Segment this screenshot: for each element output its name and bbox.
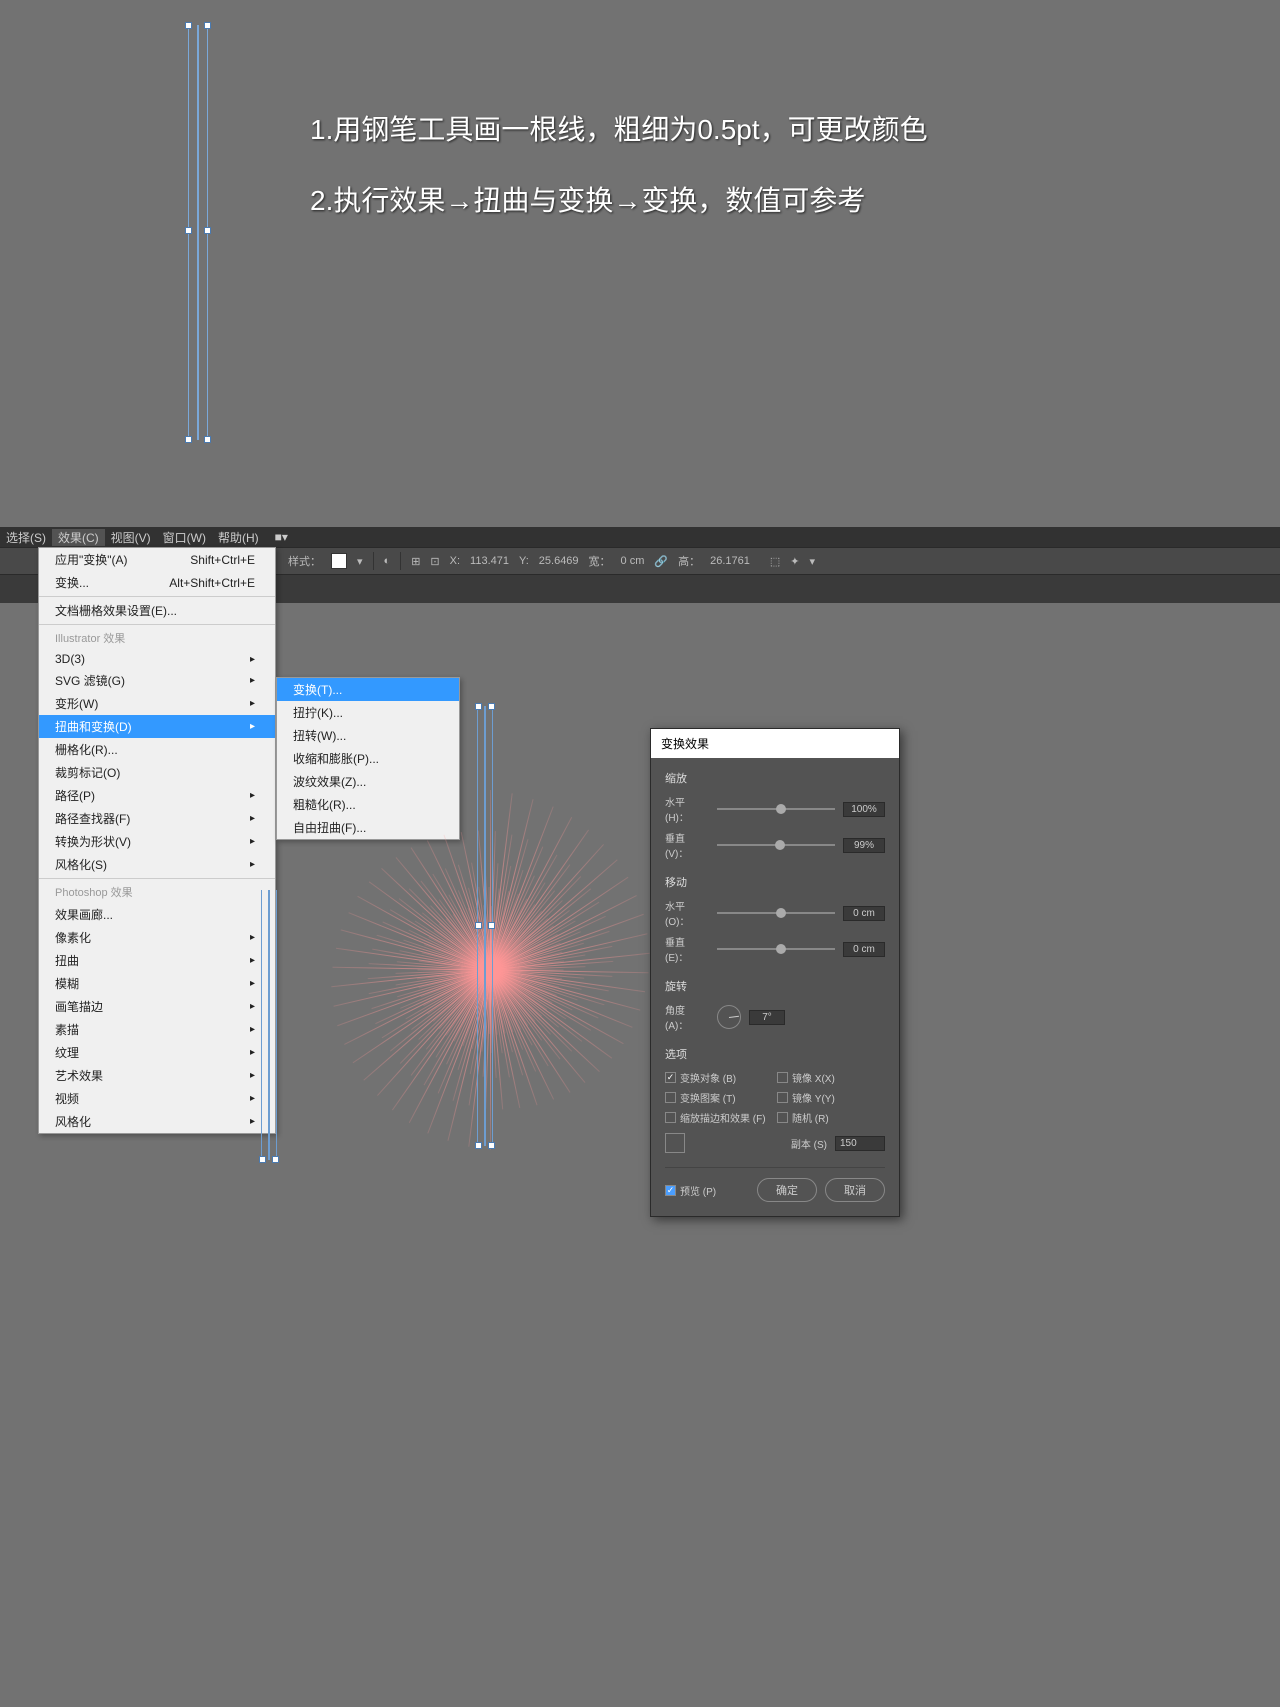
scale-v-value[interactable]: 99% bbox=[843, 838, 885, 853]
menu-window[interactable]: 窗口(W) bbox=[157, 529, 212, 546]
scale-v-slider[interactable] bbox=[717, 844, 835, 846]
y-value[interactable]: 25.6469 bbox=[539, 555, 579, 567]
angle-dial[interactable] bbox=[717, 1005, 741, 1029]
anchor-point[interactable] bbox=[272, 1156, 279, 1163]
illustrator-effects-header: Illustrator 效果 bbox=[39, 627, 275, 649]
photoshop-effects-header: Photoshop 效果 bbox=[39, 881, 275, 903]
anchor-point[interactable] bbox=[204, 22, 211, 29]
menu-sketch[interactable]: 素描▸ bbox=[39, 1018, 275, 1041]
move-v-slider[interactable] bbox=[717, 948, 835, 950]
move-h-value[interactable]: 0 cm bbox=[843, 906, 885, 921]
style-swatch[interactable] bbox=[331, 553, 347, 569]
menu-3d[interactable]: 3D(3)▸ bbox=[39, 649, 275, 669]
move-h-slider[interactable] bbox=[717, 912, 835, 914]
anchor-point[interactable] bbox=[488, 703, 495, 710]
transform-effect-dialog: 变换效果 缩放 水平 (H)： 100% 垂直 (V)： 99% 移动 水平 (… bbox=[650, 728, 900, 1217]
menu-view[interactable]: 视图(V) bbox=[105, 529, 157, 546]
menu-help[interactable]: 帮助(H) bbox=[212, 529, 265, 546]
cb-random[interactable] bbox=[777, 1112, 788, 1123]
anchor-point[interactable] bbox=[185, 436, 192, 443]
menu-stylize[interactable]: 风格化(S)▸ bbox=[39, 853, 275, 876]
anchor-point[interactable] bbox=[204, 436, 211, 443]
anchor-point[interactable] bbox=[185, 22, 192, 29]
submenu-tweak[interactable]: 扭转(W)... bbox=[277, 724, 459, 747]
scale-h-slider[interactable] bbox=[717, 808, 835, 810]
menu-pathfinder[interactable]: 路径查找器(F)▸ bbox=[39, 807, 275, 830]
menu-video[interactable]: 视频▸ bbox=[39, 1087, 275, 1110]
menu-convert-shape[interactable]: 转换为形状(V)▸ bbox=[39, 830, 275, 853]
menu-texture[interactable]: 纹理▸ bbox=[39, 1041, 275, 1064]
anchor-point[interactable] bbox=[204, 227, 211, 234]
menu-artistic[interactable]: 艺术效果▸ bbox=[39, 1064, 275, 1087]
x-value[interactable]: 113.471 bbox=[470, 555, 509, 567]
menu-transform[interactable]: 变换...Alt+Shift+Ctrl+E bbox=[39, 571, 275, 594]
selected-line-object[interactable] bbox=[186, 25, 210, 440]
source-line[interactable] bbox=[260, 890, 278, 1160]
anchor-icon[interactable]: ⊡ bbox=[430, 555, 439, 568]
center-selected-line[interactable] bbox=[476, 706, 494, 1146]
cancel-button[interactable]: 取消 bbox=[825, 1178, 885, 1202]
menu-distort[interactable]: 扭曲▸ bbox=[39, 949, 275, 972]
menu-distort-transform[interactable]: 扭曲和变换(D)▸ bbox=[39, 715, 275, 738]
effect-menu-dropdown: 应用"变换"(A)Shift+Ctrl+E 变换...Alt+Shift+Ctr… bbox=[38, 547, 276, 1134]
menu-stylize-ps[interactable]: 风格化▸ bbox=[39, 1110, 275, 1133]
submenu-twist[interactable]: 扭拧(K)... bbox=[277, 701, 459, 724]
menu-brush-strokes[interactable]: 画笔描边▸ bbox=[39, 995, 275, 1018]
link-icon[interactable]: 🔗 bbox=[654, 555, 668, 568]
angle-value[interactable]: 7° bbox=[749, 1010, 785, 1025]
cb-mirror-y[interactable] bbox=[777, 1092, 788, 1103]
menu-apply-transform[interactable]: 应用"变换"(A)Shift+Ctrl+E bbox=[39, 548, 275, 571]
width-value[interactable]: 0 cm bbox=[621, 555, 645, 567]
anchor-point[interactable] bbox=[185, 227, 192, 234]
menu-blur[interactable]: 模糊▸ bbox=[39, 972, 275, 995]
ok-button[interactable]: 确定 bbox=[757, 1178, 817, 1202]
dialog-title: 变换效果 bbox=[651, 729, 899, 758]
scale-h-value[interactable]: 100% bbox=[843, 802, 885, 817]
anchor-point[interactable] bbox=[488, 922, 495, 929]
cb-transform-pattern[interactable] bbox=[665, 1092, 676, 1103]
menu-svg-filter[interactable]: SVG 滤镜(G)▸ bbox=[39, 669, 275, 692]
menu-doc-raster[interactable]: 文档栅格效果设置(E)... bbox=[39, 599, 275, 622]
anchor-point[interactable] bbox=[475, 1142, 482, 1149]
height-value[interactable]: 26.1761 bbox=[710, 555, 750, 567]
cb-preview[interactable] bbox=[665, 1185, 676, 1196]
cb-transform-obj[interactable] bbox=[665, 1072, 676, 1083]
menu-crop-marks[interactable]: 裁剪标记(O) bbox=[39, 761, 275, 784]
style-label: 样式： bbox=[288, 553, 321, 569]
menu-path[interactable]: 路径(P)▸ bbox=[39, 784, 275, 807]
cb-mirror-x[interactable] bbox=[777, 1072, 788, 1083]
submenu-transform[interactable]: 变换(T)... bbox=[277, 678, 459, 701]
anchor-point[interactable] bbox=[475, 922, 482, 929]
cb-scale-stroke[interactable] bbox=[665, 1112, 676, 1123]
submenu-pucker-bloat[interactable]: 收缩和膨胀(P)... bbox=[277, 747, 459, 770]
menu-warp[interactable]: 变形(W)▸ bbox=[39, 692, 275, 715]
move-v-value[interactable]: 0 cm bbox=[843, 942, 885, 957]
anchor-point[interactable] bbox=[488, 1142, 495, 1149]
menu-select[interactable]: 选择(S) bbox=[0, 529, 52, 546]
menu-rasterize[interactable]: 栅格化(R)... bbox=[39, 738, 275, 761]
opacity-icon[interactable]: ◐ bbox=[384, 555, 391, 567]
menu-effect-gallery[interactable]: 效果画廊... bbox=[39, 903, 275, 926]
menu-bar: 选择(S) 效果(C) 视图(V) 窗口(W) 帮助(H) ■▾ bbox=[0, 527, 1280, 547]
menu-pixelate[interactable]: 像素化▸ bbox=[39, 926, 275, 949]
instructions-text: 1.用钢笔工具画一根线，粗细为0.5pt，可更改颜色 2.执行效果→扭曲与变换→… bbox=[310, 110, 928, 252]
anchor-point[interactable] bbox=[475, 703, 482, 710]
menu-effect[interactable]: 效果(C) bbox=[52, 529, 105, 546]
copies-input[interactable]: 150 bbox=[835, 1136, 885, 1151]
align-icon[interactable]: ⊞ bbox=[411, 555, 420, 568]
isolate-icon[interactable]: ✦ bbox=[790, 555, 799, 568]
reference-point-icon[interactable] bbox=[665, 1133, 685, 1153]
shape-mode-icon[interactable]: ⬚ bbox=[770, 555, 780, 568]
anchor-point[interactable] bbox=[259, 1156, 266, 1163]
